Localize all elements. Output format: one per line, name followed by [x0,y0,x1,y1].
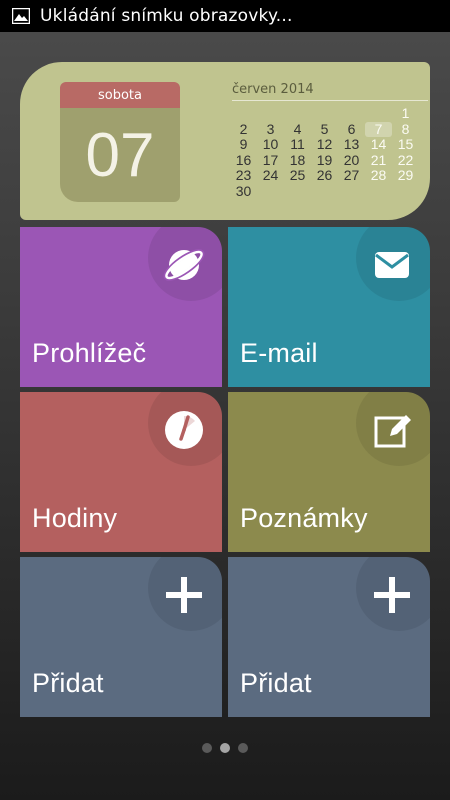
calendar-widget[interactable]: sobota 07 červen 2014 1 2 3 4 5 6 7 8 9 10 11 12 13 1… [20,62,430,220]
weekday-label: sobota [60,82,180,108]
calendar-day [284,184,311,200]
day-number: 07 [60,108,180,202]
add-tile-right[interactable]: Přidat [228,557,430,717]
calendar-day: 23 [235,167,252,183]
calendar-day: 30 [235,182,252,199]
notes-label: Poznámky [240,503,368,533]
home-screen: sobota 07 červen 2014 1 2 3 4 5 6 7 8 9 10 11 12 13 1… [0,32,450,800]
clock-label: Hodiny [32,503,118,533]
calendar-day: 26 [316,167,333,183]
email-label: E-mail [240,338,318,368]
browser-label: Prohlížeč [32,338,147,368]
calendar-day: 19 [316,151,333,168]
image-icon [11,7,31,25]
mail-icon [370,243,414,287]
page-dot[interactable] [238,743,248,753]
calendar-day: 15 [397,136,414,152]
calendar-day [338,106,365,122]
calendar-day [392,184,419,200]
calendar-day: 16 [235,151,252,168]
calendar-day: 2 [239,120,248,137]
calendar-day [257,184,284,200]
note-edit-icon [370,408,414,452]
calendar-day: 21 [370,151,387,168]
page-dot[interactable] [202,743,212,753]
calendar-day: 6 [347,120,356,137]
status-bar: Ukládání snímku obrazovky... [0,0,450,32]
calendar-grid: 1 2 3 4 5 6 7 8 9 10 11 12 13 14 15 16 17 18 19 20 21 22 23 24 2… [230,105,419,200]
notes-tile[interactable]: Poznámky [228,392,430,552]
clock-tile[interactable]: Hodiny [20,392,222,552]
calendar-day: 9 [239,136,248,152]
browser-icon [162,243,206,287]
date-block: sobota 07 [60,82,180,202]
calendar-day: 5 [320,120,329,137]
calendar-day: 3 [266,120,275,137]
calendar-day [230,106,257,122]
month-title: červen 2014 [232,82,314,97]
calendar-day: 12 [316,136,333,152]
calendar-day: 22 [397,151,414,168]
calendar-day: 7 [365,121,392,137]
page-dot[interactable] [220,743,230,753]
calendar-day [365,106,392,122]
calendar-day [257,106,284,122]
add-label-right: Přidat [240,668,312,698]
page-indicator [0,743,450,753]
calendar-day: 17 [262,151,279,168]
plus-icon [370,573,414,617]
calendar-day: 11 [290,136,305,152]
calendar-day: 1 [401,105,410,121]
calendar-day [338,184,365,200]
calendar-day: 20 [343,151,360,168]
calendar-day: 10 [262,136,279,152]
calendar-day [365,184,392,200]
email-tile[interactable]: E-mail [228,227,430,387]
notification-text: Ukládání snímku obrazovky... [40,6,293,26]
calendar-day: 18 [289,151,306,168]
calendar-day [311,184,338,200]
calendar-day: 14 [370,136,387,152]
calendar-day [311,106,338,122]
calendar-day: 8 [401,120,410,137]
calendar-day: 27 [343,167,360,183]
calendar-day: 28 [370,167,387,183]
calendar-day: 13 [343,136,360,152]
clock-icon [162,408,206,452]
calendar-day: 25 [289,167,306,183]
browser-tile[interactable]: Prohlížeč [20,227,222,387]
calendar-day: 29 [397,167,414,183]
add-tile-left[interactable]: Přidat [20,557,222,717]
calendar-day: 4 [293,120,302,137]
month-divider [232,100,428,101]
plus-icon [162,573,206,617]
calendar-day [284,106,311,122]
calendar-day: 24 [262,167,279,183]
add-label-left: Přidat [32,668,104,698]
